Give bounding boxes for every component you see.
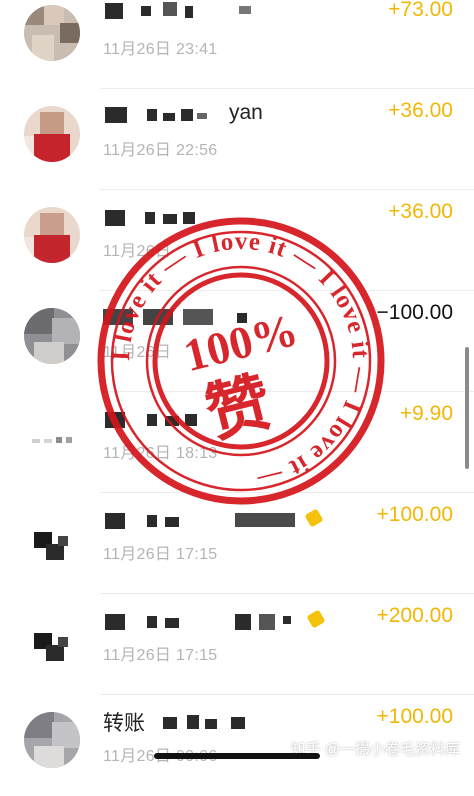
avatar-icon — [24, 510, 80, 566]
avatar-icon — [24, 5, 80, 61]
transaction-amount: +9.90 — [399, 402, 453, 425]
avatar-icon — [24, 409, 80, 465]
sender-name: yan — [103, 99, 353, 125]
emoji-icon — [304, 508, 324, 528]
avatar-icon — [24, 207, 80, 263]
emoji-icon — [306, 609, 326, 629]
transaction-row[interactable]: 11月26日 23:41 +73.00 — [0, 0, 474, 89]
transaction-amount: +36.00 — [388, 99, 453, 122]
sender-name — [103, 0, 353, 24]
transaction-date: 11月26日 — [103, 344, 172, 361]
transaction-amount: +73.00 — [388, 0, 453, 21]
sender-name — [103, 402, 353, 428]
transaction-amount: +100.00 — [376, 503, 454, 526]
avatar-icon — [24, 106, 80, 162]
transaction-date: 11月26日 17:15 — [103, 546, 218, 563]
transaction-amount: +200.00 — [376, 604, 454, 627]
transaction-row[interactable]: yan 11月26日 22:56 +36.00 — [0, 89, 474, 190]
transaction-row[interactable]: 11月26日 −100.00 — [0, 291, 474, 392]
avatar-icon — [24, 308, 80, 364]
transaction-date: 11月26日 22:56 — [103, 142, 218, 159]
sender-name — [103, 604, 353, 630]
transaction-list: 11月26日 23:41 +73.00 yan 11月26日 22:56 +36… — [0, 0, 474, 769]
transaction-row[interactable]: 11月26日 17:15 +200.00 — [0, 594, 474, 695]
transaction-amount: +36.00 — [388, 200, 453, 223]
transaction-amount: +100.00 — [376, 705, 454, 728]
avatar-icon — [24, 712, 80, 768]
sender-name — [103, 301, 353, 327]
sender-name — [103, 503, 353, 529]
avatar-icon — [24, 611, 80, 667]
transaction-date: 11月26日 17:15 — [103, 647, 218, 664]
transaction-date: 11月26日 18:13 — [103, 445, 218, 462]
transaction-row[interactable]: 11月26日 18:13 +9.90 — [0, 392, 474, 493]
scrollbar[interactable] — [465, 347, 469, 469]
sender-name: 转账 — [103, 705, 353, 735]
transaction-date: 11月26日 23:41 — [103, 41, 218, 58]
transaction-date: 11月26日 — [103, 243, 172, 260]
sender-name — [103, 200, 353, 226]
transaction-row[interactable]: 11月26日 17:15 +100.00 — [0, 493, 474, 594]
transaction-row[interactable]: 11月26日 +36.00 — [0, 190, 474, 291]
home-indicator[interactable] — [154, 753, 320, 759]
transaction-amount: −100.00 — [376, 301, 454, 324]
